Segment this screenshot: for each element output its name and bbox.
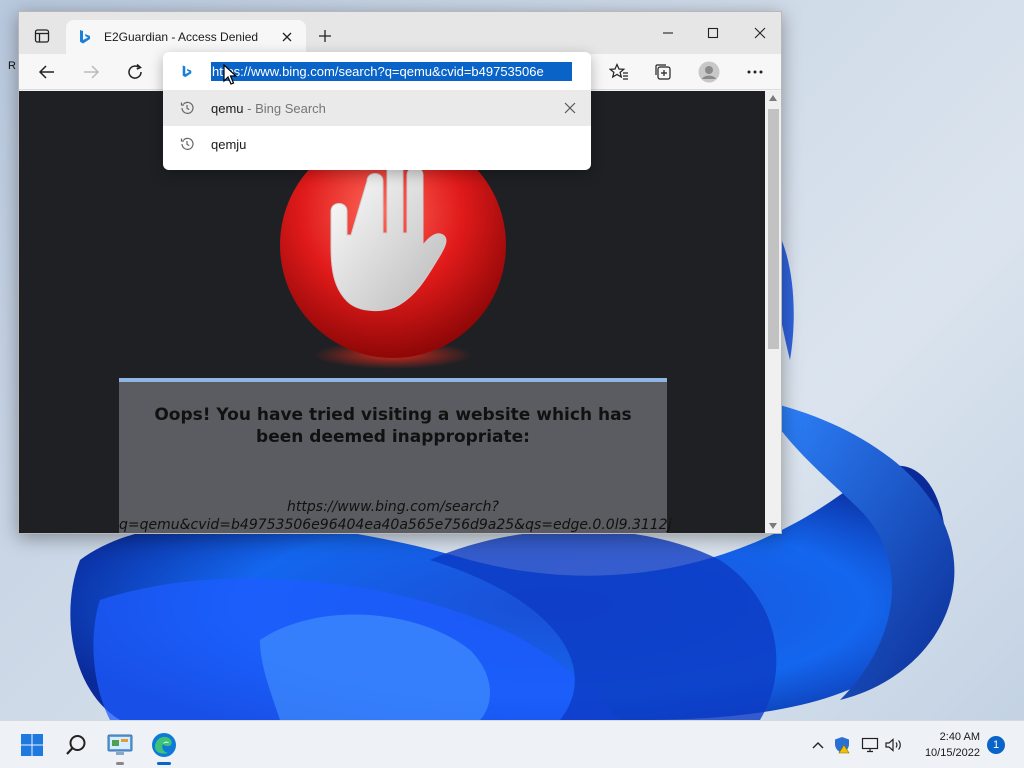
- tab-title: E2Guardian - Access Denied: [104, 30, 259, 44]
- forward-button[interactable]: [77, 59, 105, 85]
- settings-more-button[interactable]: [741, 59, 769, 85]
- arrow-right-icon: [84, 65, 100, 79]
- scroll-up-arrow-icon[interactable]: [769, 95, 777, 101]
- bing-icon: [76, 28, 94, 46]
- desktop-edge-text: R: [8, 60, 16, 72]
- clock-date: 10/15/2022: [924, 747, 980, 759]
- arrow-left-icon: [38, 65, 54, 79]
- collections-icon: [655, 64, 671, 80]
- chevron-up-icon: [812, 742, 824, 749]
- show-hidden-icons-button[interactable]: [808, 735, 828, 755]
- ellipsis-icon: [747, 70, 763, 74]
- collections-button[interactable]: [649, 59, 677, 85]
- tab-actions-icon: [34, 29, 50, 43]
- maximize-icon: [707, 27, 719, 39]
- history-icon: [177, 134, 197, 154]
- favorites-star-icon: [609, 63, 628, 80]
- close-icon: [282, 32, 292, 42]
- tab-strip: E2Guardian - Access Denied: [19, 12, 781, 54]
- scroll-thumb[interactable]: [768, 109, 779, 349]
- plus-icon: [319, 30, 331, 42]
- windows-logo-icon: [21, 734, 43, 756]
- control-panel-taskbar-button[interactable]: [104, 729, 136, 765]
- network-tray-button[interactable]: [860, 735, 880, 755]
- search-button[interactable]: [60, 729, 92, 761]
- security-tray-button[interactable]: [832, 735, 852, 755]
- tab-active[interactable]: E2Guardian - Access Denied: [66, 20, 306, 54]
- edge-taskbar-button[interactable]: [148, 729, 180, 765]
- close-icon: [754, 27, 766, 39]
- clock-time: 2:40 AM: [939, 731, 980, 743]
- network-icon: [861, 737, 879, 753]
- tab-actions-button[interactable]: [29, 24, 55, 48]
- access-denied-message: Oops! You have tried visiting a website …: [119, 378, 672, 533]
- running-indicator: [116, 762, 124, 765]
- refresh-button[interactable]: [121, 59, 149, 85]
- favorites-button[interactable]: [605, 59, 633, 85]
- remove-suggestion-button[interactable]: [561, 99, 579, 117]
- stop-hand-icon: [280, 141, 506, 369]
- page-scrollbar[interactable]: [765, 91, 781, 533]
- mouse-cursor-icon: [223, 64, 237, 85]
- refresh-icon: [128, 63, 142, 79]
- page-heading: Oops! You have tried visiting a website …: [154, 405, 632, 447]
- start-button[interactable]: [16, 729, 48, 761]
- suggestion-query: qemu: [211, 100, 244, 116]
- suggestion-item[interactable]: qemu - Bing Search: [163, 90, 591, 126]
- active-indicator: [157, 762, 171, 765]
- history-icon: [177, 98, 197, 118]
- new-tab-button[interactable]: [313, 24, 337, 48]
- volume-tray-button[interactable]: [884, 735, 904, 755]
- shield-warning-icon: [835, 737, 850, 754]
- avatar-icon: [698, 61, 720, 83]
- bing-icon: [177, 61, 197, 81]
- blocked-url-text: https://www.bing.com/search? q=qemu&cvid…: [119, 499, 672, 533]
- minimize-button[interactable]: [653, 20, 683, 46]
- scroll-down-arrow-icon[interactable]: [769, 523, 777, 529]
- control-panel-icon: [107, 734, 133, 755]
- taskbar: 2:40 AM 10/15/2022 1: [0, 720, 1024, 768]
- edge-browser-window: E2Guardian - Access Denied https://www.b…: [18, 11, 782, 534]
- close-icon: [564, 102, 576, 114]
- search-icon: [66, 735, 86, 755]
- speaker-icon: [885, 738, 901, 752]
- profile-button[interactable]: [695, 59, 723, 85]
- notification-badge[interactable]: 1: [987, 736, 1005, 754]
- suggestion-item[interactable]: qemju: [163, 126, 591, 162]
- taskbar-clock[interactable]: 2:40 AM 10/15/2022: [914, 729, 980, 761]
- suggestion-source: - Bing Search: [243, 100, 326, 116]
- close-window-button[interactable]: [745, 20, 775, 46]
- maximize-button[interactable]: [698, 20, 728, 46]
- minimize-icon: [663, 32, 673, 34]
- suggestion-query: qemju: [211, 136, 247, 152]
- back-button[interactable]: [33, 59, 61, 85]
- edge-icon: [152, 733, 176, 757]
- tab-close-button[interactable]: [278, 28, 296, 46]
- url-input[interactable]: https://www.bing.com/search?q=qemu&cvid=…: [211, 61, 572, 81]
